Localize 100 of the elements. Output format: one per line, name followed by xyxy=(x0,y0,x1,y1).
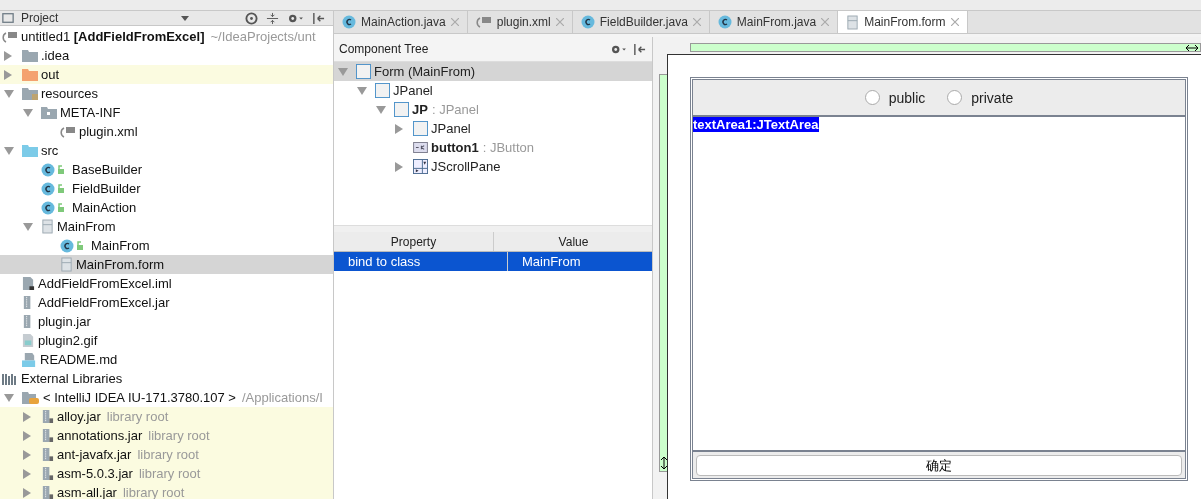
component-name: JPanel xyxy=(393,83,433,98)
item-label: < IntelliJ IDEA IU-171.3780.107 > xyxy=(43,390,236,405)
panel-icon xyxy=(394,102,409,117)
radio-option[interactable]: public xyxy=(864,89,926,106)
tree-item[interactable]: asm-all.jar library root xyxy=(0,483,333,499)
item-label: src xyxy=(41,143,59,158)
collapse-icon[interactable] xyxy=(266,11,279,25)
tree-item[interactable]: untitled1 [AddFieldFromExcel] ~/IdeaProjects/unt xyxy=(0,27,333,46)
close-icon[interactable] xyxy=(950,18,959,26)
component-type: : JButton xyxy=(482,140,534,155)
property-row[interactable]: bind to class MainFrom xyxy=(334,252,652,271)
tree-item[interactable]: plugin.xml xyxy=(0,122,333,141)
collapsed-arrow-icon[interactable] xyxy=(395,161,403,172)
archive-icon xyxy=(41,428,54,443)
close-icon[interactable] xyxy=(450,18,459,26)
folder-icon xyxy=(22,68,38,81)
tree-item[interactable]: .idea xyxy=(0,46,333,65)
item-label: MainFrom xyxy=(91,238,150,253)
target-icon[interactable] xyxy=(245,11,258,25)
hide-panel-icon[interactable] xyxy=(312,11,325,25)
archive-icon xyxy=(41,409,54,424)
tree-item[interactable]: < IntelliJ IDEA IU-171.3780.107 > /Applications/I xyxy=(0,388,333,407)
hide-panel-icon[interactable] xyxy=(633,42,646,56)
tree-item[interactable]: plugin.jar xyxy=(0,312,333,331)
expanded-arrow-icon[interactable] xyxy=(23,222,33,231)
tree-item[interactable]: FieldBuilder xyxy=(0,179,333,198)
tree-item[interactable]: AddFieldFromExcel.jar xyxy=(0,293,333,312)
tree-item[interactable]: annotations.jar library root xyxy=(0,426,333,445)
class-icon xyxy=(342,15,356,29)
collapsed-arrow-icon[interactable] xyxy=(23,430,31,441)
module-icon xyxy=(2,29,18,44)
tree-item[interactable]: ant-javafx.jar library root xyxy=(0,445,333,464)
item-label: ant-javafx.jar xyxy=(57,447,132,462)
archive-icon xyxy=(41,466,54,481)
expanded-arrow-icon[interactable] xyxy=(4,146,14,155)
class-icon xyxy=(580,15,595,29)
form-file-icon xyxy=(846,14,860,30)
collapsed-arrow-icon[interactable] xyxy=(4,50,12,61)
editor-tab[interactable]: MainAction.java xyxy=(334,11,468,33)
expanded-arrow-icon[interactable] xyxy=(4,393,14,402)
tree-item[interactable]: MainFrom.form xyxy=(0,255,333,274)
radio-option[interactable]: private xyxy=(947,89,1014,106)
form-file-icon xyxy=(60,257,73,272)
collapsed-arrow-icon[interactable] xyxy=(4,69,12,80)
confirm-button[interactable]: 确定 xyxy=(696,454,1182,476)
tree-item[interactable]: External Libraries xyxy=(0,369,333,388)
close-icon[interactable] xyxy=(555,18,564,26)
column-header[interactable]: Property xyxy=(334,232,494,251)
radio-button[interactable] xyxy=(864,90,880,105)
radio-button[interactable] xyxy=(947,90,963,105)
vertical-resize-icon[interactable] xyxy=(660,457,668,469)
editor-tab[interactable]: MainFrom.form xyxy=(838,11,968,33)
xml-file-icon xyxy=(60,124,76,139)
collapsed-arrow-icon[interactable] xyxy=(23,487,31,498)
component-item[interactable]: button1 : JButton xyxy=(334,138,652,157)
item-label: plugin2.gif xyxy=(38,333,98,348)
component-item[interactable]: JScrollPane xyxy=(334,157,652,176)
panel-title: Component Tree xyxy=(339,42,429,56)
panel-title[interactable]: Project xyxy=(21,11,59,25)
collapsed-arrow-icon[interactable] xyxy=(23,449,31,460)
tree-item[interactable]: out xyxy=(0,65,333,84)
item-hint: library root xyxy=(106,409,169,424)
tree-item[interactable]: alloy.jar library root xyxy=(0,407,333,426)
editor-tab[interactable]: plugin.xml xyxy=(467,11,573,33)
item-label: resources xyxy=(41,86,99,101)
scroll-pane-icon xyxy=(413,159,428,174)
dropdown-caret-icon[interactable] xyxy=(181,15,189,21)
tree-item[interactable]: AddFieldFromExcel.iml xyxy=(0,274,333,293)
tree-item[interactable]: resources xyxy=(0,84,333,103)
collapsed-arrow-icon[interactable] xyxy=(395,123,403,134)
panel-icon xyxy=(375,83,390,98)
item-hint: library root xyxy=(137,447,199,462)
collapsed-arrow-icon[interactable] xyxy=(23,411,31,422)
horizontal-resize-icon[interactable] xyxy=(1186,44,1198,52)
component-item[interactable]: JP : JPanel xyxy=(334,100,652,119)
component-type: : JPanel xyxy=(431,102,479,117)
item-label: out xyxy=(41,67,60,82)
close-icon[interactable] xyxy=(692,18,701,26)
close-icon[interactable] xyxy=(821,18,830,26)
item-label: plugin.jar xyxy=(38,314,91,329)
item-label: alloy.jar xyxy=(57,409,101,424)
tree-item[interactable]: MainFrom xyxy=(0,217,333,236)
component-item[interactable]: Form (MainFrom) xyxy=(334,62,652,81)
xml-file-icon xyxy=(475,15,492,29)
image-file-icon xyxy=(22,333,35,348)
tree-item[interactable]: plugin2.gif xyxy=(0,331,333,350)
tree-item[interactable]: MainAction xyxy=(0,198,333,217)
item-hint: /Applications/I xyxy=(241,390,323,405)
component-item[interactable]: JPanel xyxy=(334,81,652,100)
component-item[interactable]: JPanel xyxy=(334,119,652,138)
button-icon xyxy=(413,142,428,153)
libraries-icon xyxy=(2,371,18,386)
tree-item[interactable]: MainFrom xyxy=(0,236,333,255)
collapsed-arrow-icon[interactable] xyxy=(23,468,31,479)
tree-item[interactable]: README.md xyxy=(0,350,333,369)
tree-item[interactable]: BaseBuilder xyxy=(0,160,333,179)
editor-tab[interactable]: FieldBuilder.java xyxy=(572,11,710,33)
tree-item[interactable]: asm-5.0.3.jar library root xyxy=(0,464,333,483)
tree-item[interactable]: src xyxy=(0,141,333,160)
tree-item[interactable]: META-INF xyxy=(0,103,333,122)
